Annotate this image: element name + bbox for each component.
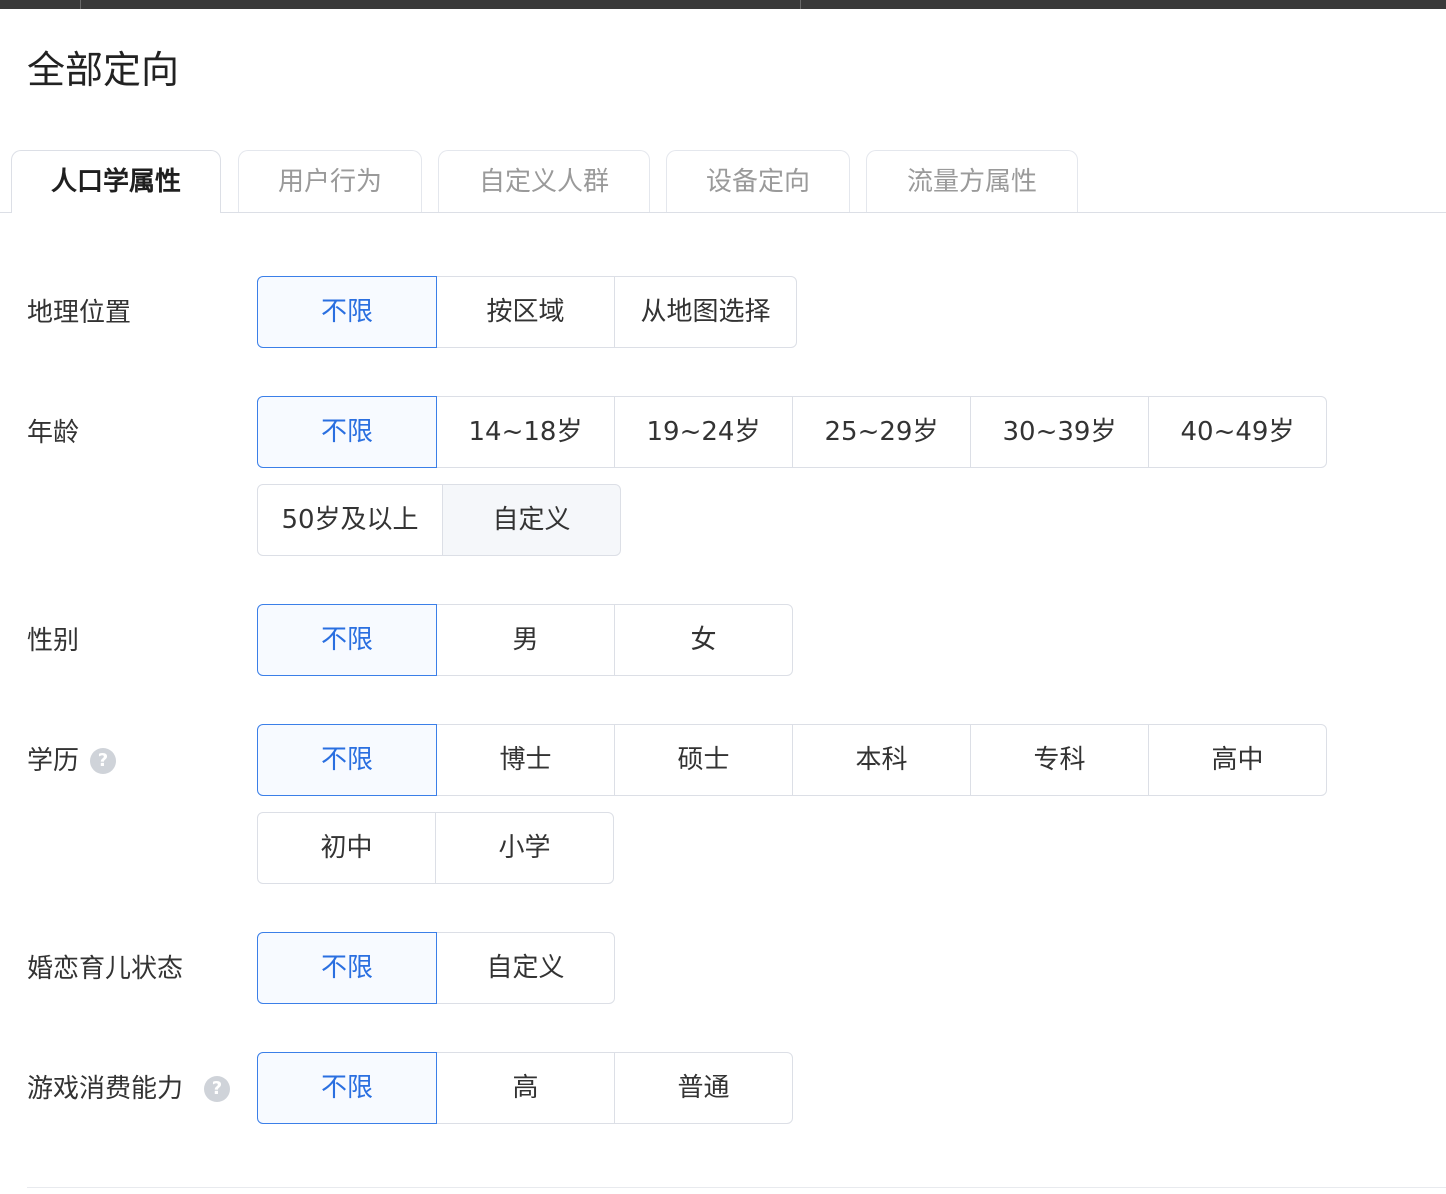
education-option-high-school[interactable]: 高中 — [1148, 724, 1327, 796]
education-help-icon[interactable]: ? — [90, 748, 116, 774]
game-spending-option-high[interactable]: 高 — [436, 1052, 615, 1124]
page-title: 全部定向 — [27, 48, 180, 92]
top-bar-separator — [800, 0, 801, 9]
tab-user-behavior[interactable]: 用户行为 — [238, 150, 422, 212]
marital-option-custom[interactable]: 自定义 — [436, 932, 615, 1004]
education-option-bachelor[interactable]: 本科 — [792, 724, 971, 796]
education-label: 学历 — [27, 746, 80, 776]
age-option-25-29[interactable]: 25~29岁 — [792, 396, 971, 468]
age-option-unlimited[interactable]: 不限 — [257, 396, 437, 468]
gender-option-unlimited[interactable]: 不限 — [257, 604, 437, 676]
marital-label: 婚恋育儿状态 — [27, 954, 184, 984]
age-option-40-49[interactable]: 40~49岁 — [1148, 396, 1327, 468]
game-spending-option-normal[interactable]: 普通 — [614, 1052, 793, 1124]
game-spending-label: 游戏消费能力 — [27, 1074, 184, 1104]
age-option-30-39[interactable]: 30~39岁 — [970, 396, 1149, 468]
education-option-unlimited[interactable]: 不限 — [257, 724, 437, 796]
age-option-14-18[interactable]: 14~18岁 — [436, 396, 615, 468]
age-label: 年龄 — [27, 418, 80, 448]
game-spending-help-icon[interactable]: ? — [204, 1076, 230, 1102]
education-option-primary-school[interactable]: 小学 — [435, 812, 614, 884]
location-option-by-region[interactable]: 按区域 — [436, 276, 615, 348]
marital-option-unlimited[interactable]: 不限 — [257, 932, 437, 1004]
window-top-bar — [0, 0, 1446, 9]
tab-device-targeting[interactable]: 设备定向 — [666, 150, 850, 212]
location-label: 地理位置 — [27, 298, 132, 328]
gender-option-female[interactable]: 女 — [614, 604, 793, 676]
tab-bar: 人口学属性 用户行为 自定义人群 设备定向 流量方属性 — [0, 150, 1446, 214]
tab-traffic-attributes[interactable]: 流量方属性 — [866, 150, 1078, 212]
game-spending-option-unlimited[interactable]: 不限 — [257, 1052, 437, 1124]
education-option-middle-school[interactable]: 初中 — [257, 812, 436, 884]
bottom-divider — [27, 1187, 1446, 1188]
tab-custom-audience[interactable]: 自定义人群 — [438, 150, 650, 212]
education-option-associate[interactable]: 专科 — [970, 724, 1149, 796]
tab-demographics[interactable]: 人口学属性 — [11, 150, 221, 213]
age-option-50-plus[interactable]: 50岁及以上 — [257, 484, 443, 556]
gender-option-male[interactable]: 男 — [436, 604, 615, 676]
age-option-19-24[interactable]: 19~24岁 — [614, 396, 793, 468]
location-option-from-map[interactable]: 从地图选择 — [614, 276, 797, 348]
education-option-master[interactable]: 硕士 — [614, 724, 793, 796]
location-option-unlimited[interactable]: 不限 — [257, 276, 437, 348]
education-option-doctorate[interactable]: 博士 — [436, 724, 615, 796]
top-bar-separator — [80, 0, 81, 9]
age-option-custom[interactable]: 自定义 — [442, 484, 621, 556]
gender-label: 性别 — [27, 626, 80, 656]
